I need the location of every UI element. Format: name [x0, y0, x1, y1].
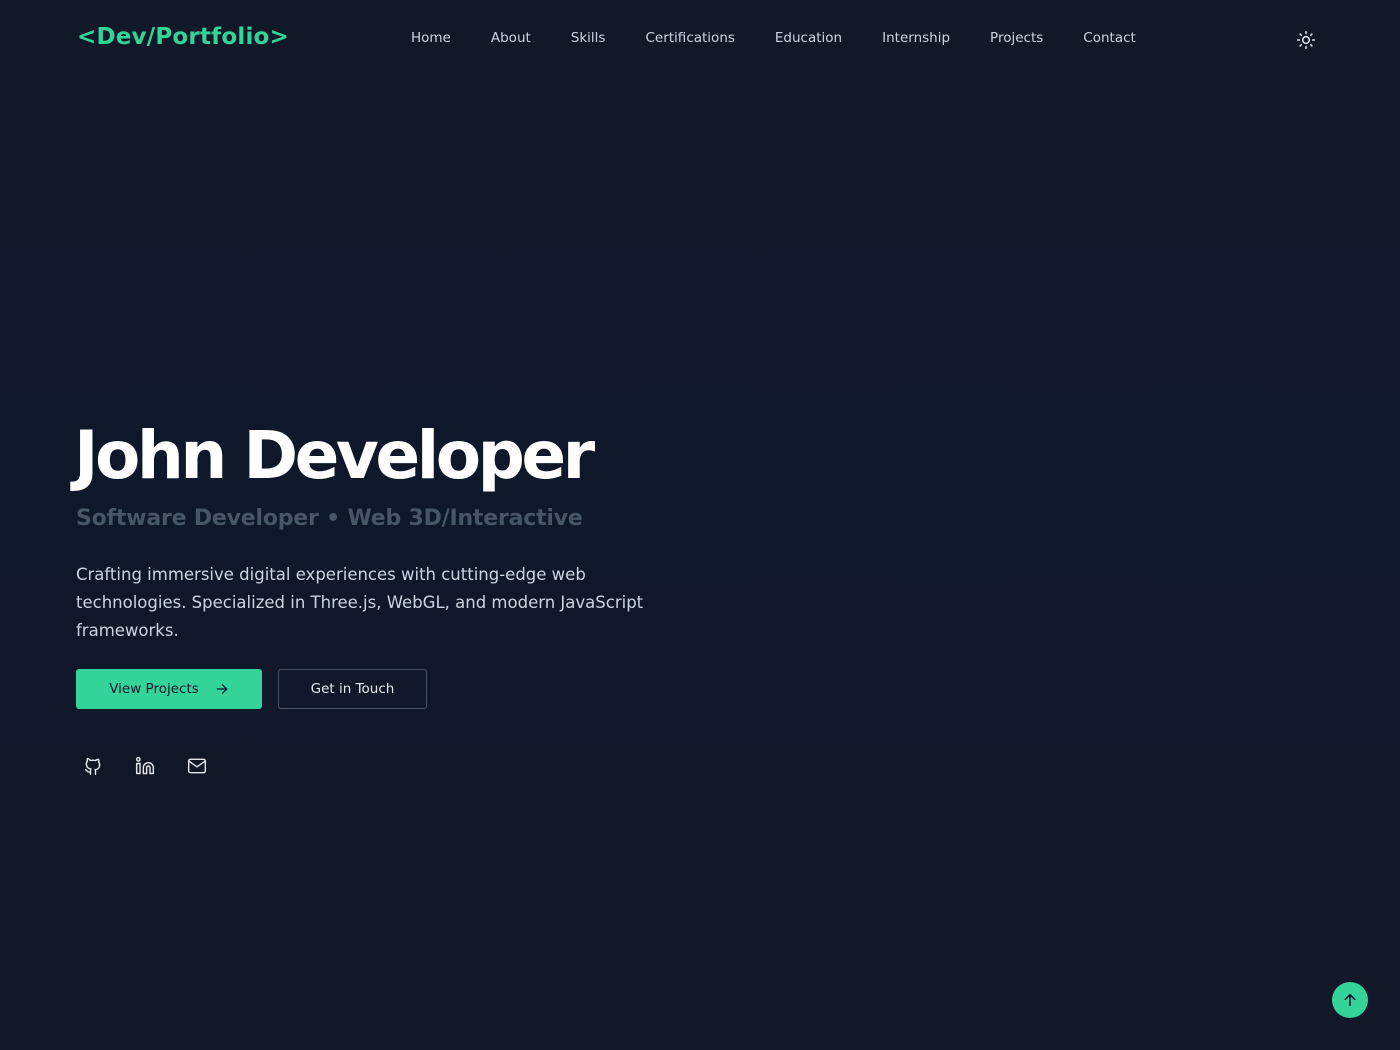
nav-link-internship[interactable]: Internship — [882, 30, 950, 46]
get-in-touch-label: Get in Touch — [310, 681, 395, 697]
get-in-touch-button[interactable]: Get in Touch — [278, 669, 427, 709]
email-link[interactable] — [186, 755, 208, 777]
arrow-up-icon — [1344, 993, 1356, 1007]
scroll-to-top-button[interactable] — [1332, 982, 1368, 1018]
site-logo[interactable]: <Dev/Portfolio> — [77, 24, 289, 50]
github-icon — [84, 757, 101, 776]
navbar: <Dev/Portfolio> Home About Skills Certif… — [0, 0, 1400, 80]
nav-link-about[interactable]: About — [491, 30, 531, 46]
hero-subtitle: Software Developer • Web 3D/Interactive — [76, 506, 583, 531]
arrow-right-icon — [216, 684, 228, 694]
linkedin-icon — [135, 756, 155, 775]
view-projects-label: View Projects — [109, 681, 199, 697]
view-projects-button[interactable]: View Projects — [76, 669, 262, 709]
linkedin-link[interactable] — [134, 755, 156, 777]
theme-toggle-button[interactable] — [1294, 28, 1318, 52]
nav-link-contact[interactable]: Contact — [1083, 30, 1136, 46]
nav-link-education[interactable]: Education — [775, 30, 842, 46]
nav-link-home[interactable]: Home — [411, 30, 451, 46]
page: <Dev/Portfolio> Home About Skills Certif… — [0, 0, 1400, 1050]
social-links — [82, 755, 208, 777]
nav-link-skills[interactable]: Skills — [571, 30, 606, 46]
sun-icon — [1296, 30, 1316, 50]
github-link[interactable] — [82, 755, 104, 777]
nav-link-certifications[interactable]: Certifications — [645, 30, 734, 46]
mail-icon — [187, 758, 207, 774]
hero-description: Crafting immersive digital experiences w… — [76, 565, 644, 640]
nav-link-projects[interactable]: Projects — [990, 30, 1043, 46]
nav-links: Home About Skills Certifications Educati… — [411, 30, 1136, 46]
hero-name: John Developer — [74, 417, 595, 494]
